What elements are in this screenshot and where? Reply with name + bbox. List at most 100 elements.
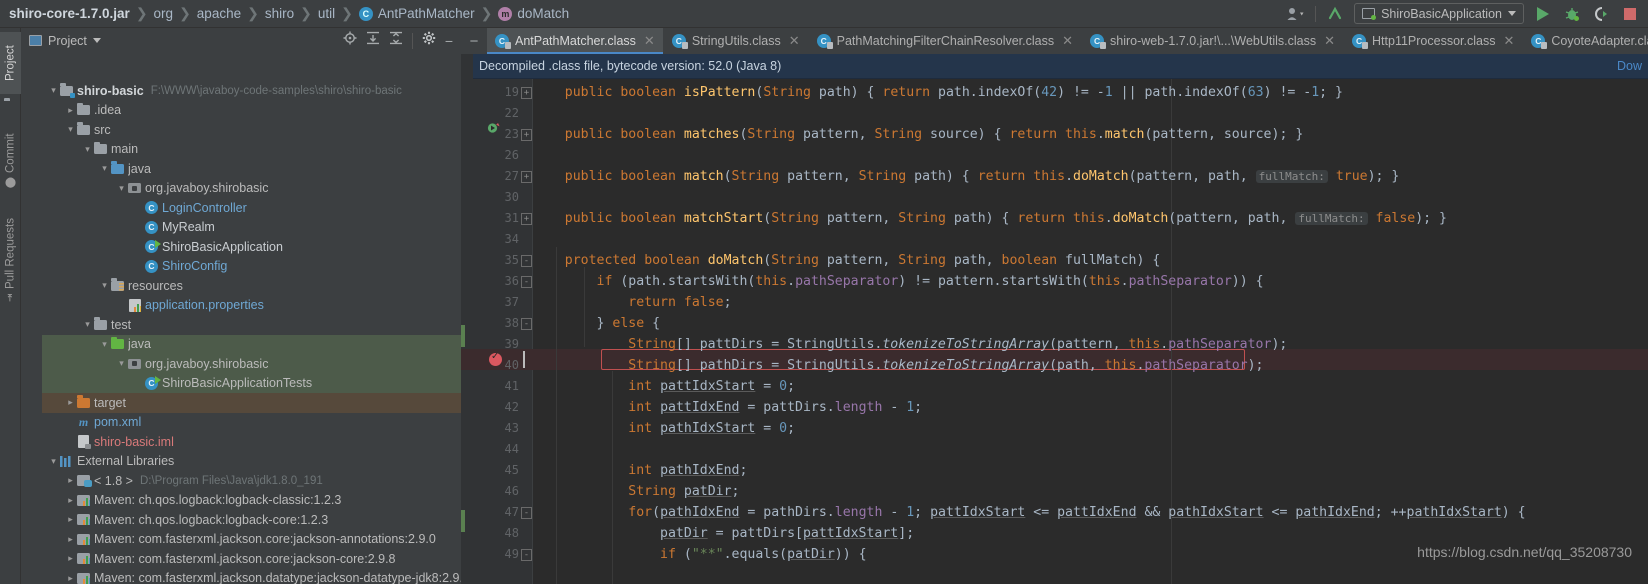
hide-panel-icon[interactable]: − xyxy=(445,34,453,48)
tree-expand-arrow-icon[interactable]: ▾ xyxy=(99,280,110,291)
tree-node[interactable]: C LoginController xyxy=(42,198,482,218)
close-icon[interactable]: ✕ xyxy=(789,33,800,49)
code-fold-toggle[interactable]: + xyxy=(521,127,532,141)
chevron-down-icon[interactable] xyxy=(92,38,101,43)
breadcrumb-item-apache[interactable]: apache xyxy=(197,6,241,21)
class-file-icon: C xyxy=(1090,34,1107,49)
locate-icon[interactable] xyxy=(343,31,357,50)
tree-node[interactable]: ▾ External Libraries xyxy=(42,452,482,472)
stop-icon[interactable] xyxy=(1620,4,1640,24)
tree-node[interactable]: C MyRealm xyxy=(42,218,482,238)
close-icon[interactable]: ✕ xyxy=(1324,33,1335,49)
tree-node[interactable]: shiro-basic.iml xyxy=(42,432,482,452)
tree-node[interactable]: ▸ target xyxy=(42,393,482,413)
tree-expand-arrow-icon[interactable]: ▾ xyxy=(116,358,127,369)
close-icon[interactable]: ✕ xyxy=(1503,33,1514,49)
editor-tab[interactable]: Cshiro-web-1.7.0.jar!\...\WebUtils.class… xyxy=(1082,28,1345,54)
tool-window-tab-commit[interactable]: ⬤ Commit xyxy=(0,126,21,196)
tree-node[interactable]: ▾ java xyxy=(42,334,482,354)
tree-expand-arrow-icon[interactable]: ▾ xyxy=(82,319,93,330)
tree-expand-arrow-icon[interactable]: ▸ xyxy=(65,397,76,408)
tree-node[interactable]: application.properties xyxy=(42,296,482,316)
tree-node-label: LoginController xyxy=(162,200,247,215)
close-icon[interactable]: ✕ xyxy=(1062,33,1073,49)
tree-node[interactable]: ▸ .idea xyxy=(42,101,482,121)
tree-node[interactable]: ▸ < 1.8 > D:\Program Files\Java\jdk1.8.0_1… xyxy=(42,471,482,491)
code-fold-toggle[interactable]: + xyxy=(521,169,532,183)
source-code[interactable]: public boolean isPattern(String path) { … xyxy=(533,79,1648,584)
editor-tab[interactable]: C AntPathMatcher.class ✕ xyxy=(487,28,664,54)
code-fold-toggle[interactable]: + xyxy=(521,211,532,225)
tree-expand-arrow-icon[interactable]: ▾ xyxy=(99,339,110,350)
tree-node[interactable]: ▾ test xyxy=(42,315,482,335)
tree-node[interactable]: ▸ Maven: com.fasterxml.jackson.core:jacks… xyxy=(42,530,482,550)
tool-window-tab-pull-requests[interactable]: ⇥ Pull Requests xyxy=(0,210,21,310)
collapse-all-icon[interactable] xyxy=(389,31,403,50)
user-avatar-icon[interactable] xyxy=(1286,4,1306,24)
editor-tab[interactable]: C StringUtils.class ✕ xyxy=(664,28,809,54)
tree-node[interactable]: ▾ main xyxy=(42,140,482,160)
download-sources-link[interactable]: Dow xyxy=(1617,59,1642,73)
code-fold-toggle[interactable]: - xyxy=(521,274,532,288)
tree-node[interactable]: C ShiroBasicApplicationTests xyxy=(42,373,482,393)
breadcrumb-item-class[interactable]: C AntPathMatcher xyxy=(358,6,475,21)
line-number: 48 xyxy=(504,526,519,540)
tree-expand-arrow-icon[interactable]: ▾ xyxy=(65,124,76,135)
tree-node[interactable]: ▸ Maven: ch.qos.logback:logback-core:1.2.… xyxy=(42,510,482,530)
tree-node[interactable]: C ShiroConfig xyxy=(42,257,482,277)
tree-node-label: Maven: ch.qos.logback:logback-classic:1.… xyxy=(94,493,342,508)
tree-node[interactable]: ▾ org.javaboy.shirobasic xyxy=(42,354,482,374)
breadcrumb-item-method[interactable]: m doMatch xyxy=(498,6,569,21)
hide-editor-tabs-icon[interactable]: − xyxy=(461,28,487,54)
tree-expand-arrow-icon[interactable]: ▸ xyxy=(65,495,76,506)
tree-node[interactable]: ▾ shiro-basic F:\WWW\javaboy-code-samples\… xyxy=(42,81,482,101)
run-configuration-selector[interactable]: ShiroBasicApplication xyxy=(1354,3,1524,24)
tree-node[interactable]: C ShiroBasicApplication xyxy=(42,237,482,257)
tree-expand-arrow-icon[interactable]: ▸ xyxy=(65,475,76,486)
tree-expand-arrow-icon[interactable]: ▸ xyxy=(65,534,76,545)
tree-expand-arrow-icon[interactable]: ▸ xyxy=(65,514,76,525)
breadcrumb-item-shiro[interactable]: shiro xyxy=(265,6,294,21)
run-icon[interactable] xyxy=(1533,4,1553,24)
editor-tab-bar[interactable]: − C AntPathMatcher.class ✕ C StringUtils.cla… xyxy=(461,28,1648,54)
tree-node[interactable]: ▾ org.javaboy.shirobasic xyxy=(42,179,482,199)
tree-expand-arrow-icon[interactable]: ▾ xyxy=(48,85,59,96)
tree-node-label: shiro-basic xyxy=(77,83,144,98)
code-fold-toggle[interactable]: - xyxy=(521,253,532,267)
close-icon[interactable]: ✕ xyxy=(644,33,655,49)
breadcrumb-item-util[interactable]: util xyxy=(318,6,335,21)
code-fold-toggle[interactable]: - xyxy=(521,547,532,561)
tree-node[interactable]: ▸ Maven: com.fasterxml.jackson.core:jacks… xyxy=(42,549,482,569)
tool-window-tab-project[interactable]: Project xyxy=(0,32,21,94)
tree-expand-arrow-icon[interactable]: ▾ xyxy=(116,183,127,194)
tree-node[interactable]: ▸ Maven: ch.qos.logback:logback-classic:1… xyxy=(42,491,482,511)
editor-tab[interactable]: CCoyoteAdapter.class✕ xyxy=(1523,28,1648,54)
run-with-coverage-icon[interactable] xyxy=(1591,4,1611,24)
settings-gear-icon[interactable] xyxy=(422,31,436,50)
code-fold-toggle[interactable]: - xyxy=(521,316,532,330)
run-configuration-label: ShiroBasicApplication xyxy=(1381,6,1502,21)
tree-expand-arrow-icon[interactable]: ▸ xyxy=(65,573,76,584)
tree-node[interactable]: ▾ resources xyxy=(42,276,482,296)
breadcrumb-item-org[interactable]: org xyxy=(154,6,174,21)
editor-tab[interactable]: C PathMatchingFilterChainResolver.class ✕ xyxy=(809,28,1083,54)
tree-node[interactable]: ▸ Maven: com.fasterxml.jackson.datatype:j… xyxy=(42,569,482,584)
code-viewport[interactable]: 19+2223+2627+3031+3435-36-3738-394041424… xyxy=(461,79,1648,584)
project-tree[interactable]: ▾ shiro-basic F:\WWW\javaboy-code-samples\… xyxy=(42,81,482,584)
code-fold-toggle[interactable]: - xyxy=(521,505,532,519)
tree-expand-arrow-icon[interactable]: ▾ xyxy=(82,144,93,155)
expand-all-icon[interactable] xyxy=(366,31,380,50)
decompiled-notice-bar: Decompiled .class file, bytecode version… xyxy=(461,54,1648,79)
tree-expand-arrow-icon[interactable]: ▸ xyxy=(65,105,76,116)
tree-node[interactable]: ▾ src xyxy=(42,120,482,140)
update-project-icon[interactable] xyxy=(1325,4,1345,24)
tree-expand-arrow-icon[interactable]: ▸ xyxy=(65,553,76,564)
code-fold-toggle[interactable]: + xyxy=(521,85,532,99)
tree-expand-arrow-icon[interactable]: ▾ xyxy=(48,456,59,467)
tree-node[interactable]: m pom.xml xyxy=(42,413,482,433)
breadcrumb-item-jar[interactable]: shiro-core-1.7.0.jar xyxy=(9,6,130,21)
editor-tab[interactable]: C Http11Processor.class ✕ xyxy=(1344,28,1524,54)
debug-icon[interactable] xyxy=(1562,4,1582,24)
tree-node[interactable]: ▾ java xyxy=(42,159,482,179)
tree-expand-arrow-icon[interactable]: ▾ xyxy=(99,163,110,174)
